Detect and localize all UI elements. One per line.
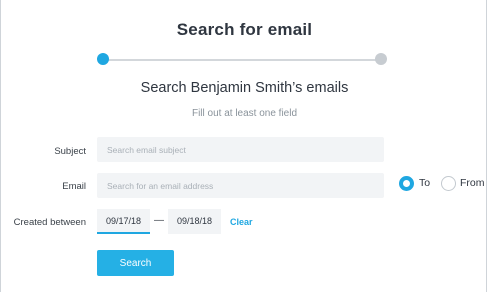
from-radio[interactable] [441,176,456,191]
subject-label: Subject [54,146,86,157]
to-radio-label[interactable]: To [419,177,430,189]
end-date-input[interactable]: 09/18/18 [168,209,221,234]
start-date-input[interactable]: 09/17/18 [97,209,150,234]
search-dialog: Search for email Search Benjamin Smith’s… [0,0,487,292]
from-radio-label[interactable]: From [460,177,485,189]
to-radio[interactable] [399,176,414,191]
email-input[interactable] [97,173,384,198]
clear-dates-link[interactable]: Clear [230,217,253,227]
step-1-indicator [97,53,109,65]
subject-input[interactable] [97,137,384,162]
dialog-title: Search for email [176,20,313,39]
email-label: Email [62,181,86,192]
dialog-subtitle: Search Benjamin Smith’s emails [140,80,349,96]
search-button[interactable]: Search [97,250,174,276]
date-range-separator: — [154,215,164,226]
progress-stepper [97,53,387,67]
created-between-label: Created between [13,217,86,228]
step-2-indicator [375,53,387,65]
stepper-track [103,59,381,61]
form-hint: Fill out at least one field [191,108,298,119]
direction-radio-group: To From [399,176,487,196]
